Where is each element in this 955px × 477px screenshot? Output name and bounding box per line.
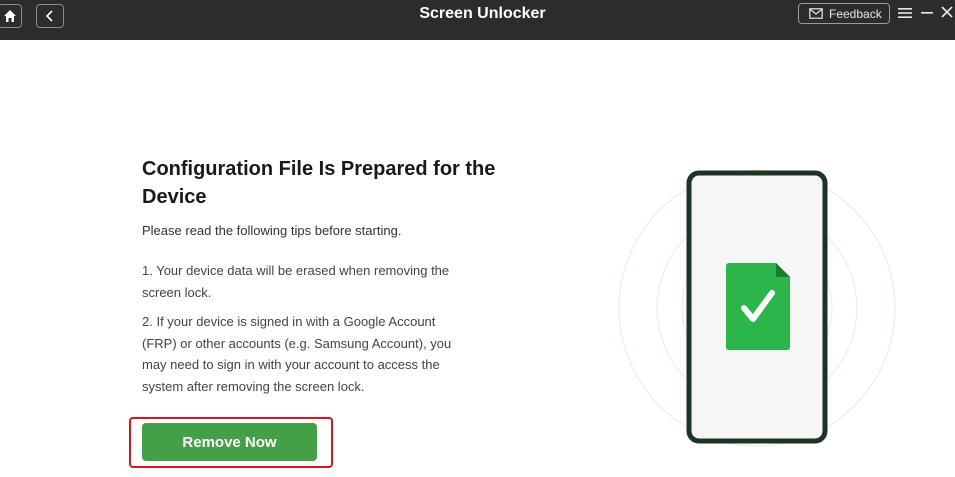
menu-button[interactable] [898,6,912,20]
minimize-button[interactable] [920,6,934,20]
title-bar: Screen Unlocker Feedback [0,0,955,40]
close-button[interactable] [940,5,954,19]
intro-text: Please read the following tips before st… [142,223,402,238]
document-check-icon [726,263,790,350]
hamburger-icon [898,8,912,18]
tip-item: 1. Your device data will be erased when … [142,263,450,300]
remove-now-button[interactable]: Remove Now [142,423,317,461]
tip-item: 2. If your device is signed in with a Go… [142,314,452,394]
close-icon [941,6,953,18]
phone-with-file-check-icon [618,169,896,447]
feedback-label: Feedback [829,6,882,21]
minimize-icon [921,12,933,14]
page-title: Configuration File Is Prepared for the D… [142,158,496,208]
feedback-button[interactable]: Feedback [798,3,890,24]
mail-icon [809,8,823,19]
